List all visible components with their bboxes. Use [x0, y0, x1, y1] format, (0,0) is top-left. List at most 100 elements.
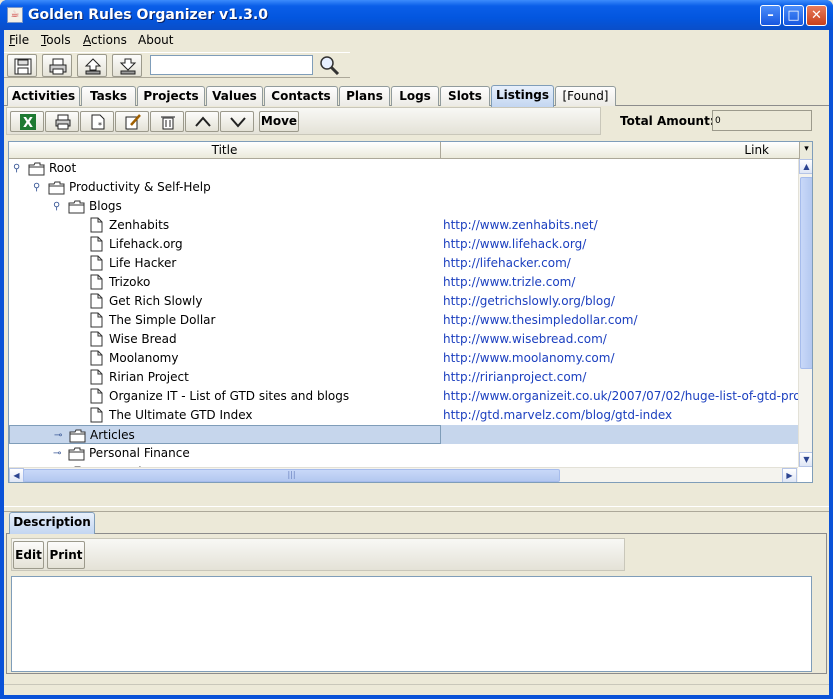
tab-description[interactable]: Description — [9, 512, 95, 534]
link-cell[interactable] — [443, 197, 799, 216]
title-cell[interactable]: ⊸ Personal Finance — [9, 444, 441, 463]
title-cell[interactable]: ⚲ Productivity & Self-Help — [9, 178, 441, 197]
tab-contacts[interactable]: Contacts — [264, 86, 338, 106]
menu-file[interactable]: File — [9, 33, 29, 47]
title-cell[interactable]: Life Hacker — [9, 254, 441, 273]
tree-row[interactable]: Lifehack.org http://www.lifehack.org/ — [9, 235, 798, 254]
link-cell[interactable] — [443, 178, 799, 197]
search-input[interactable] — [150, 55, 313, 75]
link-cell[interactable]: http://www.organizeit.co.uk/2007/07/02/h… — [443, 387, 799, 406]
link-cell[interactable]: http://www.zenhabits.net/ — [443, 216, 799, 235]
maximize-button[interactable]: □ — [783, 5, 804, 26]
title-cell[interactable]: Lifehack.org — [9, 235, 441, 254]
horizontal-scrollbar[interactable]: ◀ ||| ▶ — [9, 467, 798, 482]
download-button[interactable] — [112, 54, 142, 77]
tree-row[interactable]: ⚲ Root — [9, 159, 798, 178]
tab-activities[interactable]: Activities — [7, 86, 80, 106]
edit-description-button[interactable]: Edit — [13, 541, 44, 569]
link-cell[interactable]: http://www.lifehack.org/ — [443, 235, 799, 254]
scroll-up-arrow-icon[interactable]: ▲ — [799, 159, 812, 174]
column-header-title[interactable]: Title — [9, 142, 441, 159]
title-cell[interactable]: Wise Bread — [9, 330, 441, 349]
link-cell[interactable]: http://getrichslowly.org/blog/ — [443, 292, 799, 311]
collapsed-toggle-icon[interactable]: ⊸ — [54, 426, 62, 445]
tree-row[interactable]: Moolanomy http://www.moolanomy.com/ — [9, 349, 798, 368]
link-cell[interactable]: http://www.trizle.com/ — [443, 273, 799, 292]
title-cell[interactable]: Get Rich Slowly — [9, 292, 441, 311]
title-cell[interactable]: Ririan Project — [9, 368, 441, 387]
link-cell[interactable] — [443, 425, 799, 444]
description-text-area[interactable] — [11, 576, 812, 672]
tree-row[interactable]: Ririan Project http://ririanproject.com/ — [9, 368, 798, 387]
vertical-scroll-thumb[interactable] — [800, 177, 812, 369]
title-cell[interactable]: Zenhabits — [9, 216, 441, 235]
title-cell[interactable]: ⚲ Blogs — [9, 197, 441, 216]
tree-row[interactable]: Trizoko http://www.trizle.com/ — [9, 273, 798, 292]
menu-about[interactable]: About — [138, 33, 173, 47]
tree-row[interactable]: ⊸ Articles — [9, 425, 798, 444]
edit-item-button[interactable] — [115, 111, 149, 132]
tree-row[interactable]: Organize IT - List of GTD sites and blog… — [9, 387, 799, 406]
tab-listings[interactable]: Listings — [491, 85, 554, 107]
title-cell[interactable]: The Simple Dollar — [9, 311, 441, 330]
tab-plans[interactable]: Plans — [339, 86, 390, 106]
link-cell[interactable] — [443, 444, 799, 463]
export-excel-button[interactable]: X — [10, 111, 44, 132]
search-button[interactable] — [318, 55, 342, 77]
scroll-left-arrow-icon[interactable]: ◀ — [9, 468, 24, 482]
close-button[interactable]: ✕ — [806, 5, 827, 26]
tree-row[interactable]: Get Rich Slowly http://getrichslowly.org/… — [9, 292, 798, 311]
tree-row[interactable]: Zenhabits http://www.zenhabits.net/ — [9, 216, 798, 235]
tab-found[interactable]: [Found] — [555, 86, 616, 106]
scroll-down-arrow-icon[interactable]: ▼ — [799, 452, 812, 467]
title-cell[interactable]: The Ultimate GTD Index — [9, 406, 441, 425]
tree-row[interactable]: The Simple Dollar http://www.thesimpledol… — [9, 311, 798, 330]
horizontal-scroll-thumb[interactable]: ||| — [23, 469, 560, 482]
minimize-button[interactable]: – — [760, 5, 781, 26]
link-cell[interactable] — [443, 159, 799, 178]
menu-actions[interactable]: Actions — [83, 33, 127, 47]
link-cell[interactable]: http://ririanproject.com/ — [443, 368, 799, 387]
tree-row[interactable]: Life Hacker http://lifehacker.com/ — [9, 254, 798, 273]
print-description-button[interactable]: Print — [47, 541, 85, 569]
tab-logs[interactable]: Logs — [391, 86, 439, 106]
print-listing-button[interactable] — [45, 111, 79, 132]
move-down-button[interactable] — [220, 111, 254, 132]
print-button[interactable] — [42, 54, 72, 77]
new-item-button[interactable]: * — [80, 111, 114, 132]
expanded-toggle-icon[interactable]: ⚲ — [53, 197, 60, 216]
tab-slots[interactable]: Slots — [440, 86, 490, 106]
tree-row[interactable]: The Ultimate GTD Index http://gtd.marvelz… — [9, 406, 798, 425]
tree-row[interactable]: Wise Bread http://www.wisebread.com/ — [9, 330, 798, 349]
column-header-link[interactable]: Link — [441, 142, 799, 159]
expanded-toggle-icon[interactable]: ⚲ — [13, 159, 20, 178]
total-amount-field[interactable]: 0 — [712, 110, 812, 131]
column-chooser-icon[interactable]: ▾ — [799, 142, 812, 159]
delete-button[interactable] — [150, 111, 184, 132]
menu-tools[interactable]: Tools — [41, 33, 71, 47]
move-button[interactable]: Move — [259, 111, 299, 132]
vertical-scrollbar[interactable]: ▲ ▼ — [798, 159, 812, 467]
collapsed-toggle-icon[interactable]: ⊸ — [53, 444, 61, 463]
link-cell[interactable]: http://www.wisebread.com/ — [443, 330, 799, 349]
tab-tasks[interactable]: Tasks — [81, 86, 136, 106]
save-button[interactable] — [7, 54, 37, 77]
title-cell[interactable]: ⊸ Articles — [9, 425, 441, 444]
scroll-right-arrow-icon[interactable]: ▶ — [782, 468, 797, 482]
link-cell[interactable]: http://www.moolanomy.com/ — [443, 349, 799, 368]
link-cell[interactable]: http://lifehacker.com/ — [443, 254, 799, 273]
tree-row[interactable]: ⚲ Blogs — [9, 197, 798, 216]
title-cell[interactable]: ⚲ Root — [9, 159, 441, 178]
upload-button[interactable] — [77, 54, 107, 77]
title-cell[interactable]: Trizoko — [9, 273, 441, 292]
link-cell[interactable]: http://www.thesimpledollar.com/ — [443, 311, 799, 330]
title-bar[interactable]: ☕ Golden Rules Organizer v1.3.0 – □ ✕ — [0, 0, 833, 30]
move-up-button[interactable] — [185, 111, 219, 132]
tree-row[interactable]: ⚲ Productivity & Self-Help — [9, 178, 798, 197]
expanded-toggle-icon[interactable]: ⚲ — [33, 178, 40, 197]
link-cell[interactable]: http://gtd.marvelz.com/blog/gtd-index — [443, 406, 799, 425]
tab-values[interactable]: Values — [206, 86, 263, 106]
title-cell[interactable]: Moolanomy — [9, 349, 441, 368]
title-cell[interactable]: Organize IT - List of GTD sites and blog… — [9, 387, 441, 406]
tree-row[interactable]: ⊸ Personal Finance — [9, 444, 798, 463]
